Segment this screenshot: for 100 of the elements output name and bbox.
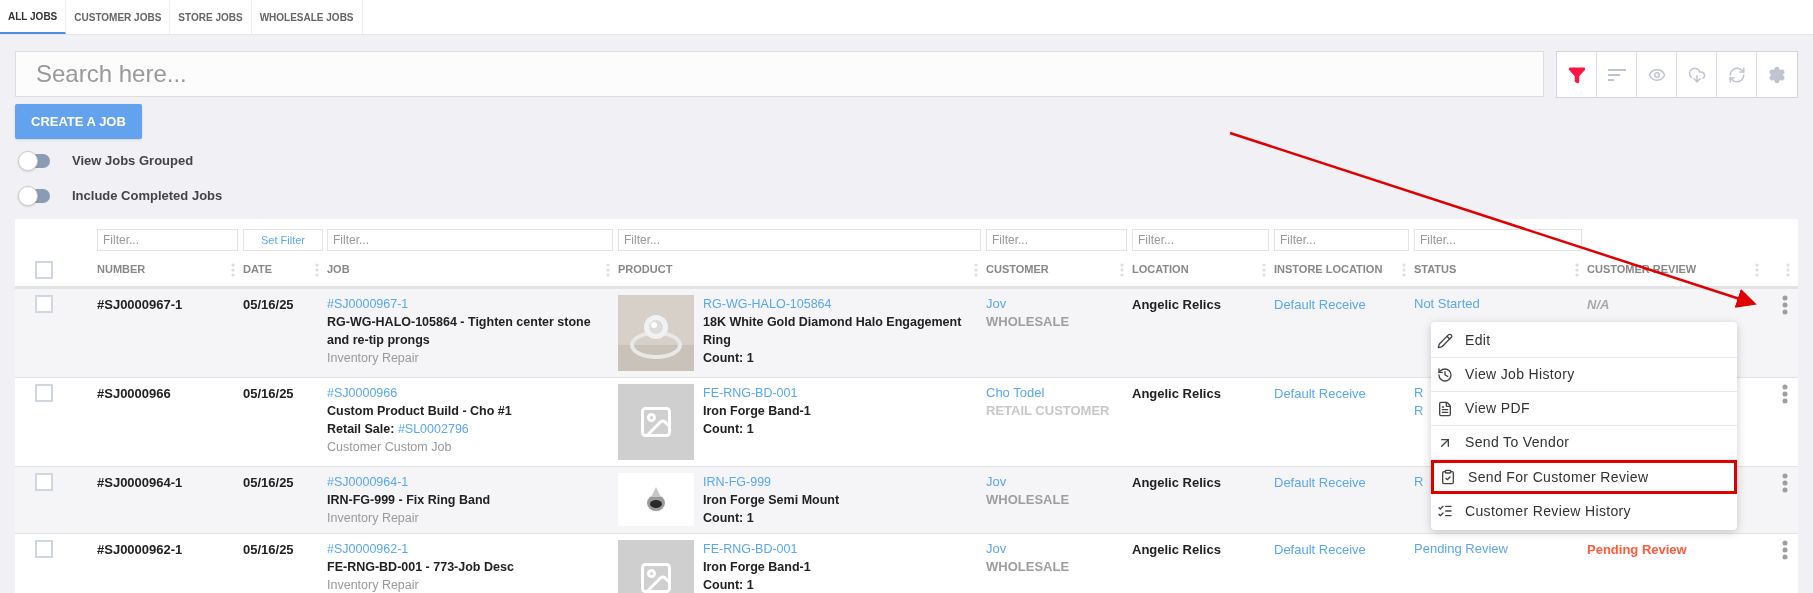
toggle-switch[interactable] [20, 153, 50, 168]
product-code[interactable]: RG-WG-HALO-105864 [703, 295, 832, 313]
drag-handle-icon[interactable] [606, 262, 610, 277]
history-icon [1437, 366, 1453, 383]
tab[interactable]: ALL JOBS [0, 0, 67, 34]
set-filter-button[interactable]: Set Filter [243, 229, 323, 251]
customer-link[interactable]: Jov [986, 295, 1007, 313]
drag-handle-icon[interactable] [231, 262, 235, 277]
customer-link[interactable]: Jov [986, 540, 1007, 558]
job-title: IRN-FG-999 - Fix Ring Band [327, 492, 491, 509]
product-count: Count: 1 [703, 577, 754, 593]
menu-item[interactable]: View Job History [1431, 358, 1737, 392]
customer-link[interactable]: Jov [986, 473, 1007, 491]
column-header: CUSTOMER [986, 262, 1049, 278]
drag-handle-icon[interactable] [974, 262, 978, 277]
job-category: Customer Custom Job [327, 439, 452, 456]
instore-location-link[interactable]: Default Receive [1274, 297, 1366, 312]
job-link[interactable]: #SJ0000964-1 [327, 473, 409, 491]
filter-field[interactable]: Filter... [97, 229, 238, 251]
job-category: Inventory Repair [327, 577, 419, 593]
filter-field[interactable]: Filter... [327, 229, 613, 251]
drag-handle-icon[interactable] [1755, 262, 1759, 277]
product-code[interactable]: FE-RNG-BD-001 [703, 540, 798, 558]
product-count: Count: 1 [703, 350, 754, 367]
instore-location-link[interactable]: Default Receive [1274, 475, 1366, 490]
status-link[interactable]: R [1414, 473, 1424, 491]
drag-handle-icon[interactable] [1786, 262, 1790, 277]
column-header: INSTORE LOCATION [1274, 262, 1383, 278]
drag-handle-icon[interactable] [315, 262, 319, 277]
menu-item[interactable]: Send For Customer Review [1431, 460, 1737, 494]
tab[interactable]: STORE JOBS [170, 0, 252, 34]
cloud-download-icon [1687, 65, 1706, 84]
menu-item[interactable]: View PDF [1431, 392, 1737, 426]
pencil-icon [1437, 332, 1453, 349]
column-header: LOCATION [1132, 262, 1189, 278]
toggle-label: Include Completed Jobs [72, 186, 223, 205]
status-link[interactable]: R [1414, 384, 1424, 402]
customer-link[interactable]: Cho Todel [986, 384, 1045, 402]
job-number: #SJ0000966 [97, 386, 171, 401]
more-icon[interactable] [1782, 540, 1788, 560]
instore-location-link[interactable]: Default Receive [1274, 386, 1366, 401]
instore-location-link[interactable]: Default Receive [1274, 542, 1366, 557]
sale-link[interactable]: #SL0002796 [397, 422, 469, 436]
menu-item[interactable]: Edit [1431, 324, 1737, 358]
job-title: Custom Product Build - Cho #1 [327, 403, 512, 420]
customer-type: WHOLESALE [986, 313, 1070, 331]
toggle-switch[interactable] [20, 188, 50, 203]
filter-field[interactable]: Filter... [1132, 229, 1269, 251]
drag-handle-icon[interactable] [1262, 262, 1266, 277]
drag-handle-icon[interactable] [1575, 262, 1579, 277]
job-link[interactable]: #SJ0000966 [327, 384, 398, 402]
job-number: #SJ0000962-1 [97, 542, 183, 557]
location: Angelic Relics [1132, 297, 1221, 312]
status-link[interactable]: Pending Review [1414, 540, 1508, 558]
clipboard-check-icon [1440, 469, 1456, 485]
column-header: CUSTOMER REVIEW [1587, 262, 1697, 278]
tab[interactable]: WHOLESALE JOBS [251, 0, 363, 34]
product-name: 18K White Gold Diamond Halo Engagement Ring [703, 314, 963, 349]
product-name: Iron Forge Band-1 [703, 403, 811, 420]
drag-handle-icon[interactable] [1120, 262, 1124, 277]
menu-item[interactable]: Send To Vendor [1431, 426, 1737, 460]
menu-item[interactable]: Customer Review History [1431, 494, 1737, 528]
toggle-label: View Jobs Grouped [72, 151, 194, 170]
column-header: NUMBER [97, 262, 146, 278]
customer-type: WHOLESALE [986, 491, 1070, 509]
filter-field[interactable]: Filter... [618, 229, 981, 251]
status-link[interactable]: R [1414, 402, 1424, 420]
checklist-icon [1437, 503, 1453, 519]
more-icon[interactable] [1782, 473, 1788, 493]
product-count: Count: 1 [703, 510, 754, 527]
filter-field[interactable]: Filter... [1414, 229, 1582, 251]
refresh-icon [1727, 65, 1746, 84]
status-link[interactable]: Not Started [1414, 295, 1480, 313]
row-checkbox[interactable] [35, 540, 53, 558]
job-link[interactable]: #SJ0000967-1 [327, 295, 409, 313]
select-all-checkbox[interactable] [35, 260, 53, 279]
location: Angelic Relics [1132, 475, 1221, 490]
sort-icon [1607, 67, 1626, 82]
filter-field[interactable]: Filter... [1274, 229, 1409, 251]
more-icon[interactable] [1782, 384, 1788, 404]
tab[interactable]: CUSTOMER JOBS [66, 0, 171, 34]
search-field[interactable]: Search here... [15, 51, 1544, 97]
drag-handle-icon[interactable] [1402, 262, 1406, 277]
job-link[interactable]: #SJ0000962-1 [327, 540, 409, 558]
column-header: JOB [327, 262, 350, 278]
more-icon[interactable] [1782, 295, 1788, 315]
job-category: Inventory Repair [327, 350, 419, 367]
filter-icon [1567, 65, 1586, 84]
filter-field[interactable]: Filter... [986, 229, 1127, 251]
product-code[interactable]: FE-RNG-BD-001 [703, 384, 798, 402]
row-checkbox[interactable] [35, 384, 53, 402]
job-date: 05/16/25 [243, 475, 294, 490]
row-checkbox[interactable] [35, 473, 53, 491]
create-job-button[interactable]: CREATE A JOB [15, 104, 142, 139]
image-icon [638, 404, 674, 440]
column-header: STATUS [1414, 262, 1457, 278]
product-code[interactable]: IRN-FG-999 [703, 473, 772, 491]
job-date: 05/16/25 [243, 297, 294, 312]
job-number: #SJ0000967-1 [97, 297, 183, 312]
row-checkbox[interactable] [35, 295, 53, 313]
